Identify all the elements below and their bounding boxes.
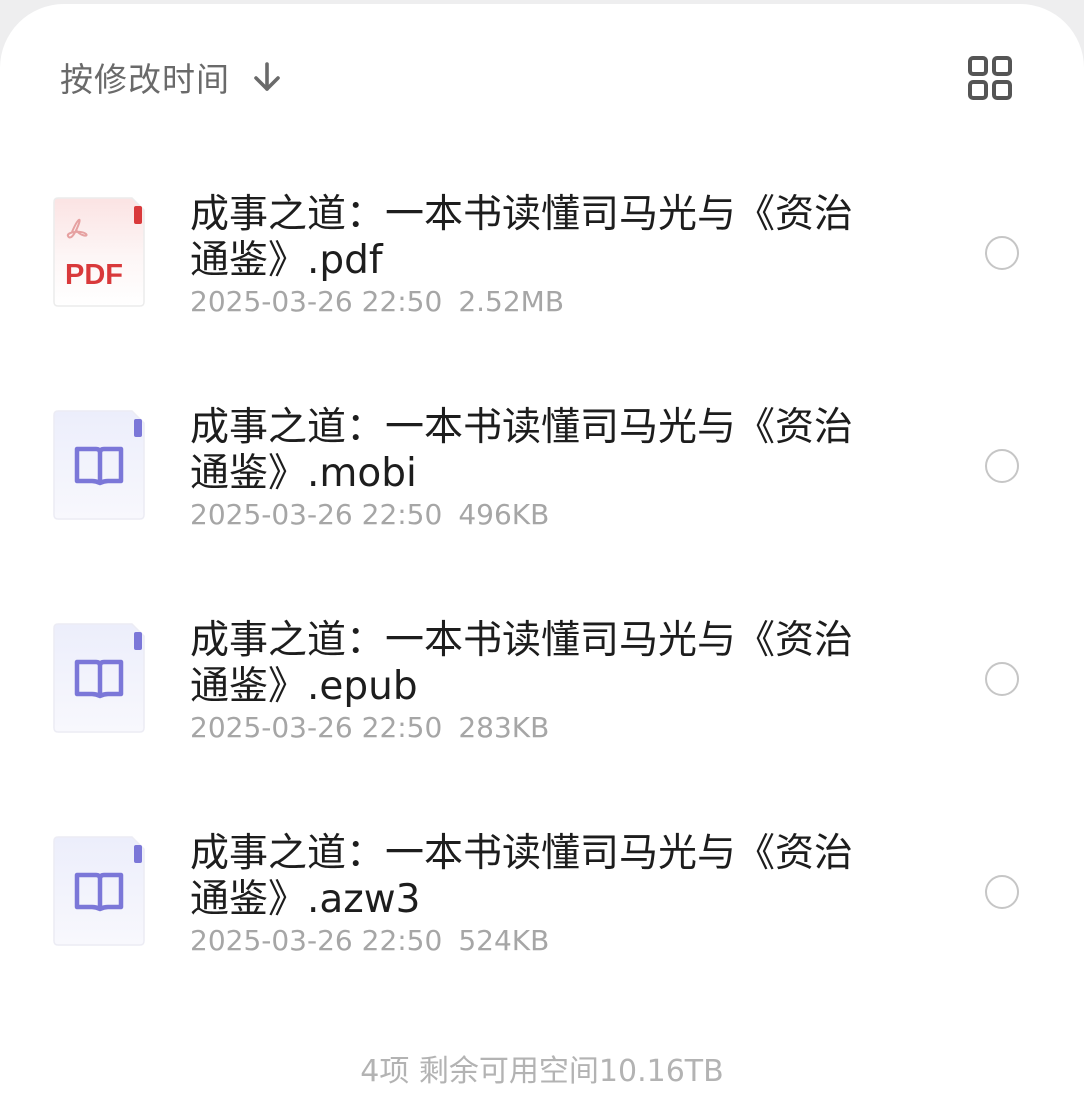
ebook-file-icon bbox=[53, 836, 145, 946]
file-date: 2025-03-26 22:50 bbox=[190, 924, 443, 957]
file-list-panel: 按修改时间 PDF 成事之道：一本书读懂司马光与《资治通鉴》.pdf 2025-… bbox=[0, 4, 1084, 1104]
file-name: 成事之道：一本书读懂司马光与《资治通鉴》.mobi bbox=[190, 405, 854, 496]
file-meta: 2025-03-26 22:50 283KB bbox=[190, 712, 549, 744]
file-row[interactable]: 成事之道：一本书读懂司马光与《资治通鉴》.azw3 2025-03-26 22:… bbox=[0, 831, 1084, 1031]
file-date: 2025-03-26 22:50 bbox=[190, 285, 443, 318]
file-size: 283KB bbox=[458, 711, 550, 744]
select-radio[interactable] bbox=[985, 662, 1019, 696]
select-radio[interactable] bbox=[985, 236, 1019, 270]
select-radio[interactable] bbox=[985, 449, 1019, 483]
file-row[interactable]: PDF 成事之道：一本书读懂司马光与《资治通鉴》.pdf 2025-03-26 … bbox=[0, 192, 1084, 392]
file-date: 2025-03-26 22:50 bbox=[190, 498, 443, 531]
file-date: 2025-03-26 22:50 bbox=[190, 711, 443, 744]
ebook-file-icon bbox=[53, 410, 145, 520]
ebook-file-icon bbox=[53, 623, 145, 733]
file-name: 成事之道：一本书读懂司马光与《资治通鉴》.pdf bbox=[190, 192, 854, 283]
file-row[interactable]: 成事之道：一本书读懂司马光与《资治通鉴》.epub 2025-03-26 22:… bbox=[0, 618, 1084, 818]
pdf-icon-label: PDF bbox=[65, 259, 123, 291]
sort-label: 按修改时间 bbox=[60, 60, 230, 99]
pdf-file-icon: PDF bbox=[53, 197, 145, 307]
file-size: 496KB bbox=[458, 498, 550, 531]
sort-by-modified-button[interactable]: 按修改时间 bbox=[60, 54, 284, 100]
file-meta: 2025-03-26 22:50 496KB bbox=[190, 499, 549, 531]
file-size: 524KB bbox=[458, 924, 550, 957]
grid-view-icon[interactable] bbox=[966, 54, 1014, 102]
file-meta: 2025-03-26 22:50 2.52MB bbox=[190, 286, 564, 318]
file-meta: 2025-03-26 22:50 524KB bbox=[190, 925, 549, 957]
file-name: 成事之道：一本书读懂司马光与《资治通鉴》.azw3 bbox=[190, 831, 854, 922]
arrow-down-icon bbox=[254, 62, 280, 91]
select-radio[interactable] bbox=[985, 875, 1019, 909]
storage-summary: 4项 剩余可用空间10.16TB bbox=[360, 1054, 724, 1089]
file-row[interactable]: 成事之道：一本书读懂司马光与《资治通鉴》.mobi 2025-03-26 22:… bbox=[0, 405, 1084, 605]
file-name: 成事之道：一本书读懂司马光与《资治通鉴》.epub bbox=[190, 618, 854, 709]
file-size: 2.52MB bbox=[458, 285, 565, 318]
